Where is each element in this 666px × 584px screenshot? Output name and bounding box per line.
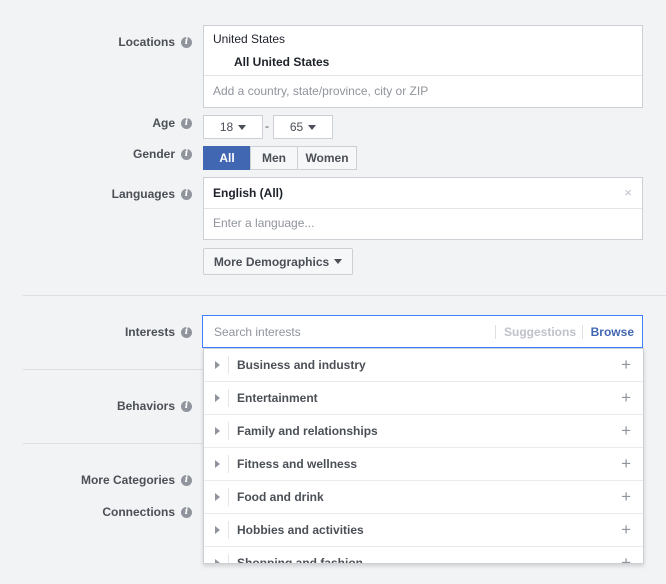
row-separator	[228, 422, 229, 440]
interests-search-input[interactable]: Search interests	[214, 325, 301, 339]
more-demographics-button[interactable]: More Demographics	[203, 248, 353, 275]
add-icon[interactable]: +	[621, 356, 631, 374]
gender-selector: All Men Women	[203, 146, 357, 170]
info-icon[interactable]: i	[181, 474, 192, 486]
category-label: Fitness and wellness	[237, 457, 358, 471]
remove-icon[interactable]: ×	[624, 185, 632, 200]
info-icon[interactable]: i	[181, 36, 192, 48]
category-label: Food and drink	[237, 490, 324, 504]
category-label: Family and relationships	[237, 424, 378, 438]
category-row[interactable]: Family and relationships +	[204, 415, 643, 448]
age-separator: -	[265, 119, 269, 133]
expand-arrow-icon[interactable]	[215, 460, 220, 468]
location-selected[interactable]: All United States	[234, 55, 329, 69]
gender-all-button[interactable]: All	[203, 146, 251, 170]
locations-label: Locations i	[118, 35, 192, 49]
category-label: Entertainment	[237, 391, 318, 405]
category-label: Business and industry	[237, 358, 366, 372]
row-separator	[228, 389, 229, 407]
add-icon[interactable]: +	[621, 488, 631, 506]
expand-arrow-icon[interactable]	[215, 394, 220, 402]
gender-women-button[interactable]: Women	[297, 146, 357, 170]
language-selected: English (All)	[213, 186, 283, 200]
gender-label: Gender i	[133, 147, 192, 161]
expand-arrow-icon[interactable]	[215, 526, 220, 534]
add-icon[interactable]: +	[621, 521, 631, 539]
category-row[interactable]: Entertainment +	[204, 382, 643, 415]
section-divider	[23, 369, 203, 370]
language-search-input[interactable]: Enter a language...	[213, 216, 314, 230]
age-min-dropdown[interactable]: 18	[203, 115, 263, 139]
info-icon[interactable]: i	[181, 148, 192, 160]
section-divider	[23, 295, 666, 296]
row-separator	[228, 554, 229, 563]
caret-down-icon	[308, 124, 317, 130]
more-categories-label: More Categories i	[81, 473, 192, 487]
category-label: Hobbies and activities	[237, 523, 364, 537]
add-icon[interactable]: +	[621, 389, 631, 407]
category-row[interactable]: Hobbies and activities +	[204, 514, 643, 547]
divider	[204, 208, 642, 209]
behaviors-label: Behaviors i	[117, 399, 192, 413]
age-max-dropdown[interactable]: 65	[273, 115, 333, 139]
info-icon[interactable]: i	[181, 400, 192, 412]
divider	[204, 75, 642, 76]
interests-label: Interests i	[125, 325, 192, 339]
category-label: Shopping and fashion	[237, 556, 363, 564]
locations-box: United States All United States Add a co…	[203, 25, 643, 108]
languages-label: Languages i	[112, 187, 192, 201]
row-separator	[228, 455, 229, 473]
expand-arrow-icon[interactable]	[215, 427, 220, 435]
info-icon[interactable]: i	[181, 326, 192, 338]
category-row[interactable]: Food and drink +	[204, 481, 643, 514]
category-row[interactable]: Business and industry +	[204, 349, 643, 382]
expand-arrow-icon[interactable]	[215, 559, 220, 563]
add-icon[interactable]: +	[621, 455, 631, 473]
expand-arrow-icon[interactable]	[215, 493, 220, 501]
row-separator	[228, 521, 229, 539]
row-separator	[228, 356, 229, 374]
section-divider	[23, 443, 203, 444]
gender-men-button[interactable]: Men	[250, 146, 298, 170]
location-country: United States	[213, 32, 286, 46]
age-label: Age i	[152, 116, 192, 130]
info-icon[interactable]: i	[181, 117, 192, 129]
expand-arrow-icon[interactable]	[215, 361, 220, 369]
suggestions-link[interactable]: Suggestions	[494, 325, 576, 339]
info-icon[interactable]: i	[181, 506, 192, 518]
row-separator	[228, 488, 229, 506]
browse-link[interactable]: Browse	[581, 325, 634, 339]
connections-label: Connections i	[102, 505, 192, 519]
languages-box: English (All) × Enter a language...	[203, 177, 643, 240]
location-search-input[interactable]: Add a country, state/province, city or Z…	[213, 84, 613, 98]
caret-down-icon	[238, 124, 247, 130]
interests-search-box[interactable]: Search interests Suggestions Browse	[202, 315, 643, 348]
category-row[interactable]: Fitness and wellness +	[204, 448, 643, 481]
add-icon[interactable]: +	[621, 422, 631, 440]
caret-down-icon	[334, 259, 343, 264]
add-icon[interactable]: +	[621, 554, 631, 564]
category-row[interactable]: Shopping and fashion +	[204, 547, 643, 564]
browse-dropdown: Business and industry + Entertainment + …	[203, 348, 644, 564]
info-icon[interactable]: i	[181, 188, 192, 200]
